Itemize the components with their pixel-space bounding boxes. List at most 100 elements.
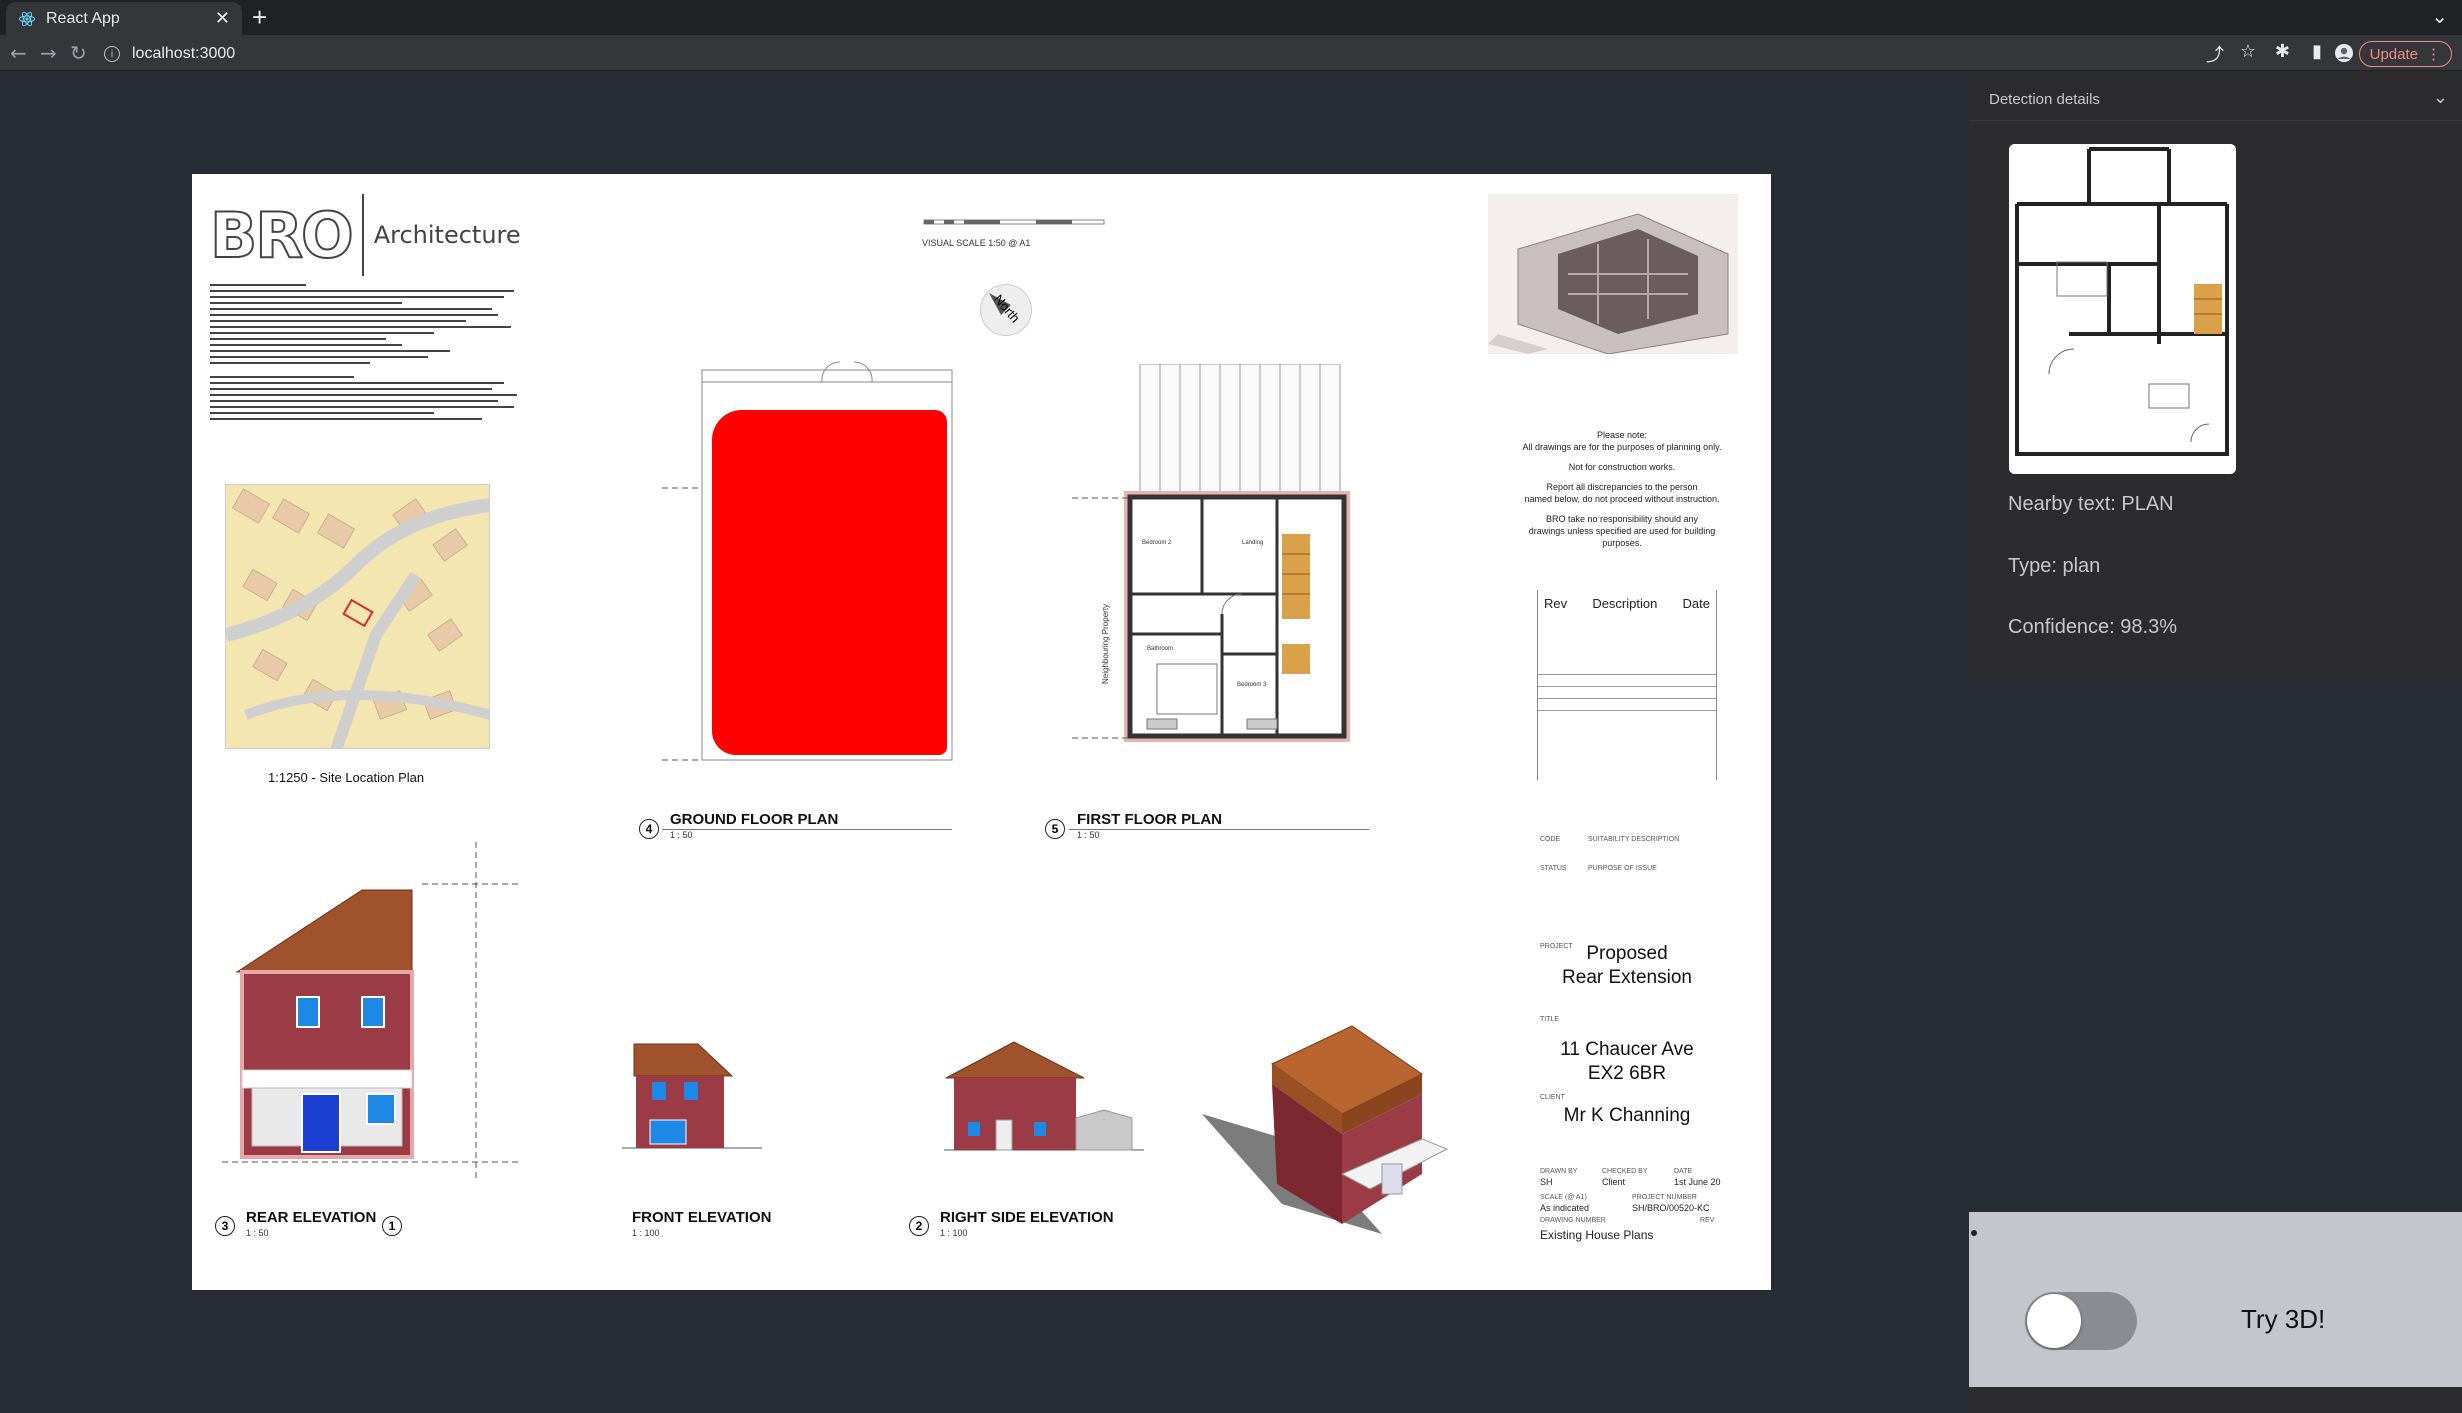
- view-number: 5: [1045, 819, 1065, 839]
- view-scale: 1 : 50: [1077, 830, 1100, 840]
- 3d-house-render: [1202, 1025, 1449, 1234]
- detection-details-panel: Detection details ⌄ Nearby text: PLAN Ty…: [1969, 71, 2462, 681]
- project-line-2: Rear Extension: [1562, 967, 1692, 988]
- side-panel-icon[interactable]: ▮: [2312, 41, 2322, 62]
- panel-title: Detection details: [1989, 91, 2100, 108]
- purpose-label: PURPOSE OF ISSUE: [1588, 865, 1657, 872]
- client-name: Mr K Channing: [1563, 1105, 1691, 1126]
- suitability-label: SUITABILITY DESCRIPTION: [1588, 836, 1680, 843]
- detection-type: Type: plan: [2008, 555, 2101, 577]
- neighbouring-property-label: Neighbouring Property: [1101, 604, 1110, 684]
- note-line: drawings unless specified are used for b…: [1528, 526, 1716, 548]
- reload-icon[interactable]: ↻: [70, 41, 87, 65]
- room-bedroom-2: Bedroom 2: [1142, 540, 1172, 546]
- brand-header: BRO Architecture: [209, 194, 521, 276]
- nearby-text: Nearby text: PLAN: [2008, 493, 2174, 515]
- new-tab-button[interactable]: +: [252, 4, 267, 30]
- close-tab-icon[interactable]: ✕: [215, 8, 230, 29]
- note-line: BRO take no responsibility should any: [1545, 514, 1699, 524]
- table-rule: [1538, 710, 1716, 711]
- view-title-rear-elevation: REAR ELEVATION: [246, 1209, 377, 1226]
- revision-table-header: Rev Description Date: [1538, 590, 1716, 617]
- first-floor-plan-drawing: Neighbouring Property Bedroom 2 Landing …: [1072, 364, 1350, 742]
- scale-value: As indicated: [1540, 1203, 1590, 1213]
- redacted-ground-floor-area: [712, 410, 947, 755]
- panel-header[interactable]: Detection details ⌄: [1969, 71, 2462, 121]
- try-3d-label: Try 3D!: [2241, 1304, 2326, 1334]
- view-number: 2: [909, 1216, 929, 1236]
- bottom-strip: [1969, 1387, 2462, 1413]
- address-line-1: 11 Chaucer Ave: [1560, 1039, 1694, 1060]
- rev-column-header: Rev: [1544, 596, 1568, 611]
- table-rule: [1538, 698, 1716, 699]
- code-label: CODE: [1540, 836, 1561, 843]
- bookmark-star-icon[interactable]: ☆: [2240, 41, 2256, 62]
- site-plan-caption: 1:1250 - Site Location Plan: [268, 770, 425, 785]
- north-arrow-icon: North: [980, 284, 1032, 336]
- room-bedroom-3: Bedroom 3: [1237, 682, 1267, 688]
- extensions-icon[interactable]: ✱: [2275, 41, 2290, 62]
- room-bathroom: Bathroom: [1147, 646, 1173, 652]
- rear-elevation-drawing: [222, 842, 522, 1182]
- note-line: Not for construction works.: [1568, 462, 1676, 472]
- note-line: Report all discrepancies to the person: [1546, 482, 1698, 492]
- view-scale: 1 : 50: [670, 830, 693, 840]
- site-address: 11 Chaucer Ave EX2 6BR: [1542, 1038, 1712, 1086]
- brand-name: Architecture: [373, 221, 521, 249]
- description-column-header: Description: [1592, 596, 1658, 611]
- project-title: Proposed Rear Extension: [1542, 942, 1712, 990]
- drawn-by-label: DRAWN BY: [1540, 1168, 1578, 1175]
- update-button[interactable]: Update ⋮: [2358, 41, 2452, 67]
- share-icon[interactable]: ⤴: [2206, 41, 2224, 67]
- brand-divider: [361, 194, 364, 276]
- date-value: 1st June 20: [1674, 1177, 1721, 1187]
- room-landing: Landing: [1242, 540, 1263, 546]
- view-number: 1: [382, 1216, 402, 1236]
- drawn-by-value: SH: [1540, 1177, 1553, 1187]
- note-line: Please note:: [1596, 430, 1648, 440]
- site-info-icon[interactable]: i: [104, 46, 120, 62]
- drawing-name: Existing House Plans: [1540, 1228, 1654, 1242]
- 3d-toggle-switch[interactable]: [2025, 1292, 2137, 1350]
- client-label: CLIENT: [1540, 1094, 1565, 1101]
- tab-title: React App: [46, 9, 120, 27]
- front-elevation-drawing: [622, 1043, 762, 1149]
- site-location-map: [225, 484, 490, 749]
- profile-avatar-icon[interactable]: [2334, 43, 2354, 63]
- view-title-ground-floor-plan: GROUND FLOOR PLAN: [670, 811, 839, 828]
- checked-by-label: CHECKED BY: [1602, 1168, 1648, 1175]
- visual-scale-bar: [923, 219, 1105, 225]
- view-scale: 1 : 100: [632, 1228, 660, 1238]
- note-line: All drawings are for the purposes of pla…: [1522, 442, 1722, 452]
- detection-confidence: Confidence: 98.3%: [2008, 616, 2178, 638]
- project-number-label: PROJECT NUMBER: [1632, 1194, 1697, 1201]
- url-text: localhost:3000: [132, 45, 236, 62]
- url-field[interactable]: i localhost:3000: [104, 42, 235, 66]
- title-label: TITLE: [1540, 1016, 1560, 1023]
- collapse-chevron-icon[interactable]: ⌄: [2433, 87, 2448, 108]
- browser-tab[interactable]: React App ✕: [6, 2, 242, 35]
- forward-arrow-icon[interactable]: →: [40, 41, 57, 65]
- address-bar: ← → ↻ i localhost:3000 ⤴ ☆ ✱ ▮ Update ⋮: [0, 35, 2462, 71]
- planning-notes: Please note: All drawings are for the pu…: [1512, 429, 1732, 549]
- back-arrow-icon[interactable]: ←: [10, 41, 27, 65]
- try-3d-panel: Try 3D!: [1969, 1212, 2462, 1387]
- view-underline: [662, 829, 952, 830]
- tab-search-chevron-icon[interactable]: ⌄: [2431, 4, 2448, 28]
- rev-label: REV: [1700, 1217, 1715, 1224]
- view-underline: [1069, 829, 1369, 830]
- view-title-first-floor-plan: FIRST FLOOR PLAN: [1077, 811, 1222, 828]
- toggle-knob[interactable]: [2027, 1294, 2081, 1348]
- checked-by-value: Client: [1602, 1177, 1626, 1187]
- visual-scale-label: VISUAL SCALE 1:50 @ A1: [922, 238, 1031, 248]
- view-scale: 1 : 50: [246, 1228, 269, 1238]
- status-label: STATUS: [1540, 865, 1567, 872]
- drawing-sheet[interactable]: BRO Architecture 1:1250 - Site Location …: [192, 174, 1771, 1290]
- date-column-header: Date: [1682, 596, 1710, 611]
- detection-thumbnail: [2009, 144, 2236, 474]
- view-title-front-elevation: FRONT ELEVATION: [632, 1209, 772, 1226]
- view-title-right-side-elevation: RIGHT SIDE ELEVATION: [940, 1209, 1114, 1226]
- view-scale: 1 : 100: [940, 1228, 968, 1238]
- view-number: 3: [215, 1216, 235, 1236]
- 3d-cutaway-render: [1488, 194, 1738, 354]
